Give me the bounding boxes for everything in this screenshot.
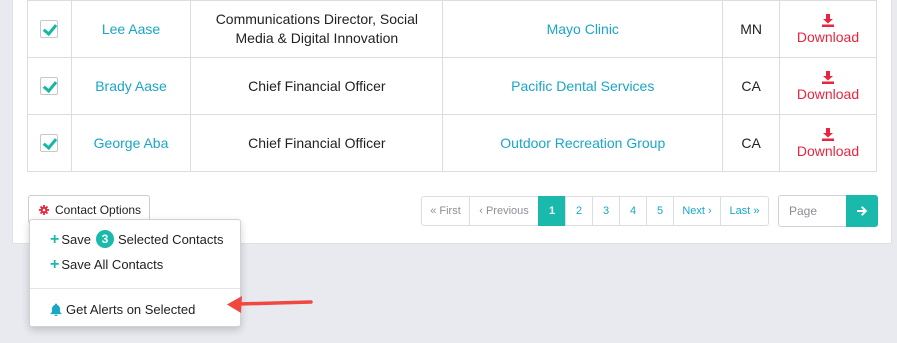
table-row: Brady Aase Chief Financial Officer Pacif… — [27, 57, 878, 115]
download-label: Download — [796, 28, 860, 45]
pagination-page-5[interactable]: 5 — [646, 196, 674, 226]
contact-title: Communications Director, Social Media & … — [215, 11, 418, 46]
pagination-next[interactable]: Next › — [673, 196, 721, 226]
download-icon — [821, 13, 834, 27]
bell-icon — [50, 303, 62, 316]
menu-item-save-selected[interactable]: + Save 3 Selected Contacts — [50, 230, 224, 248]
table-row: George Aba Chief Financial Officer Outdo… — [27, 114, 878, 172]
contact-name-link[interactable]: Brady Aase — [95, 78, 167, 94]
page-number-input[interactable] — [778, 195, 846, 227]
download-label: Download — [796, 142, 860, 159]
contact-title: Chief Financial Officer — [248, 134, 386, 151]
get-alerts-label: Get Alerts on Selected — [66, 302, 196, 317]
contact-state: CA — [741, 78, 761, 94]
contact-options-label: Contact Options — [55, 202, 142, 217]
menu-item-save-all[interactable]: + Save All Contacts — [50, 256, 164, 273]
pagination: « First ‹ Previous 1 2 3 4 5 Next › Last… — [421, 196, 769, 226]
gear-icon — [39, 204, 49, 215]
contact-state: MN — [740, 21, 763, 37]
contact-title: Chief Financial Officer — [248, 77, 386, 94]
plus-icon: + — [50, 256, 60, 273]
selected-count-badge: 3 — [95, 230, 114, 248]
download-button[interactable]: Download — [796, 127, 860, 159]
contacts-table: Lee Aase Communications Director, Social… — [27, 0, 878, 172]
pagination-page-2[interactable]: 2 — [565, 196, 593, 226]
pagination-previous[interactable]: ‹ Previous — [469, 196, 539, 226]
arrow-right-icon — [857, 206, 868, 216]
download-button[interactable]: Download — [796, 70, 860, 102]
organization-link[interactable]: Mayo Clinic — [547, 21, 619, 37]
annotation-arrow-icon — [227, 296, 313, 313]
table-row: Lee Aase Communications Director, Social… — [27, 0, 878, 58]
contact-options-menu: + Save 3 Selected Contacts + Save All Co… — [29, 219, 241, 327]
row-checkbox[interactable] — [40, 77, 59, 96]
contact-name-link[interactable]: George Aba — [94, 135, 169, 151]
menu-item-get-alerts[interactable]: Get Alerts on Selected — [50, 302, 195, 317]
row-checkbox[interactable] — [40, 20, 59, 39]
pagination-page-1[interactable]: 1 — [538, 196, 566, 226]
pagination-first[interactable]: « First — [421, 196, 470, 226]
organization-link[interactable]: Outdoor Recreation Group — [500, 135, 665, 151]
row-checkbox[interactable] — [40, 134, 59, 153]
contact-state: CA — [741, 135, 761, 151]
download-icon — [821, 70, 834, 84]
organization-link[interactable]: Pacific Dental Services — [511, 78, 654, 94]
pagination-page-3[interactable]: 3 — [592, 196, 620, 226]
plus-icon: + — [50, 230, 60, 248]
contact-name-link[interactable]: Lee Aase — [102, 21, 160, 37]
download-button[interactable]: Download — [796, 13, 860, 45]
save-selected-suffix: Selected Contacts — [117, 231, 224, 247]
menu-divider — [30, 288, 240, 289]
download-label: Download — [796, 85, 860, 102]
pagination-last[interactable]: Last » — [720, 196, 769, 226]
download-icon — [821, 127, 834, 141]
pagination-page-4[interactable]: 4 — [619, 196, 647, 226]
save-all-label: Save All Contacts — [61, 257, 164, 272]
go-to-page-button[interactable] — [846, 195, 878, 227]
save-selected-prefix: Save — [61, 231, 91, 247]
